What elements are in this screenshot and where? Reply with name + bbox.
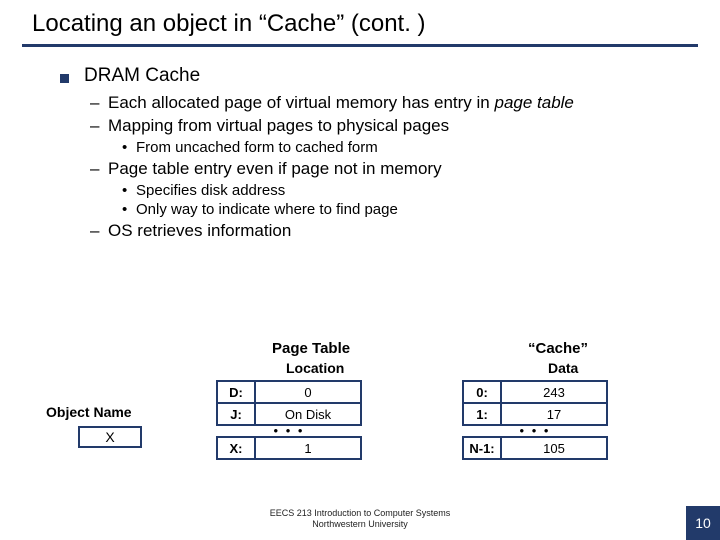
cell-val: On Disk [255,403,361,425]
page-number: 10 [686,506,720,540]
cell-val: 1 [255,437,361,459]
table-row: J: On Disk [217,403,361,425]
cell-key: J: [217,403,255,425]
slide-title: Locating an object in “Cache” (cont. ) [32,10,698,38]
dots-icon: • • • [463,425,607,437]
bullet-l2: Mapping from virtual pages to physical p… [108,116,698,136]
bullet-l2: Page table entry even if page not in mem… [108,159,698,179]
bullet-l3: From uncached form to cached form [136,139,698,156]
location-header: Location [286,360,344,376]
dots-icon: • • • [217,425,361,437]
cell-val: 243 [501,381,607,403]
page-table: D: 0 J: On Disk • • • X: 1 [216,380,362,460]
table-row: N-1: 105 [463,437,607,459]
table-row: D: 0 [217,381,361,403]
bullet-l1: DRAM Cache [84,65,698,87]
cell-val: 0 [255,381,361,403]
footer: EECS 213 Introduction to Computer System… [0,508,720,530]
italic-text: page table [494,93,573,112]
cell-val: 17 [501,403,607,425]
cell-key: X: [217,437,255,459]
object-name-label: Object Name [46,404,132,420]
text: Each allocated page of virtual memory ha… [108,93,494,112]
cell-key: 0: [463,381,501,403]
footer-line: Northwestern University [0,519,720,530]
cache-table: 0: 243 1: 17 • • • N-1: 105 [462,380,608,460]
cell-key: 1: [463,403,501,425]
bullet-l3: Specifies disk address [136,182,698,199]
data-header: Data [548,360,578,376]
table-row: 0: 243 [463,381,607,403]
cache-title: “Cache” [528,340,588,357]
bullet-l3: Only way to indicate where to find page [136,201,698,218]
bullet-l2: OS retrieves information [108,221,698,241]
table-row: 1: 17 [463,403,607,425]
object-name-box: X [78,426,142,448]
footer-line: EECS 213 Introduction to Computer System… [0,508,720,519]
table-row: X: 1 [217,437,361,459]
cell-key: N-1: [463,437,501,459]
diagram: Object Name X Page Table Location “Cache… [38,340,682,500]
cell-val: 105 [501,437,607,459]
page-table-title: Page Table [272,340,350,357]
slide-content: DRAM Cache Each allocated page of virtua… [0,47,720,241]
dots-row: • • • [217,425,361,437]
cell-key: D: [217,381,255,403]
dots-row: • • • [463,425,607,437]
bullet-l2: Each allocated page of virtual memory ha… [108,93,698,113]
